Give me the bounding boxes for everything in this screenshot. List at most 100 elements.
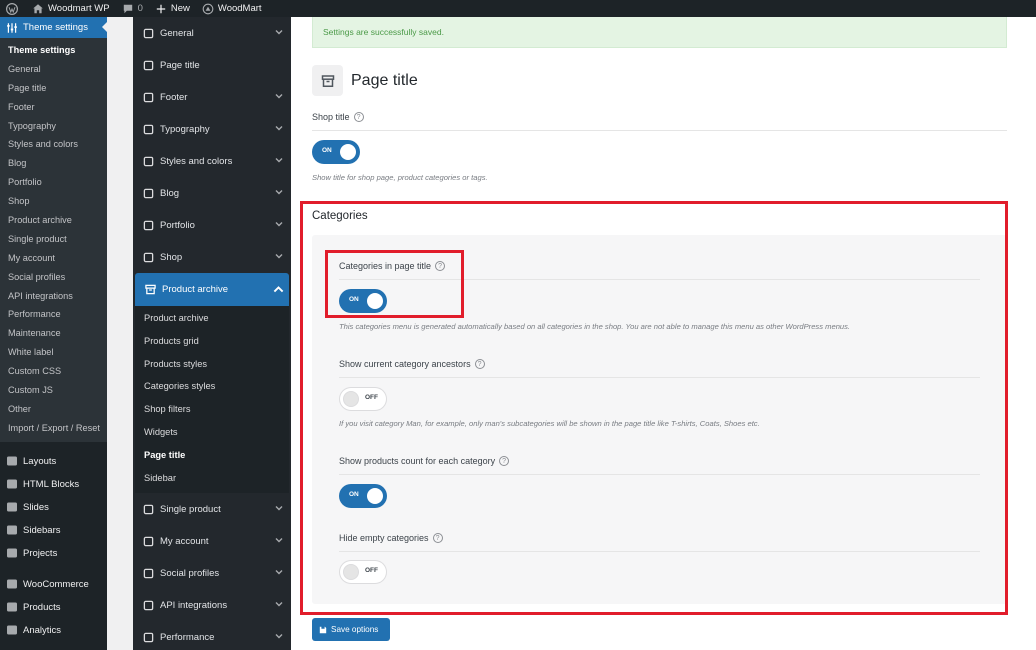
- briefcase-icon: [7, 548, 17, 558]
- chevron-down-icon: [275, 92, 283, 100]
- theme-nav-general[interactable]: General: [133, 17, 291, 49]
- footer-icon: [143, 92, 154, 102]
- menu-woocommerce[interactable]: WooCommerce: [0, 573, 107, 596]
- theme-nav-portfolio[interactable]: Portfolio: [133, 209, 291, 241]
- submenu-item-custom-js[interactable]: Custom JS: [0, 381, 107, 400]
- comment-icon: [123, 4, 132, 13]
- theme-subnav-products-styles[interactable]: Products styles: [135, 353, 289, 376]
- submenu-item-single-product[interactable]: Single product: [0, 230, 107, 249]
- blog-icon: [143, 188, 154, 198]
- chevron-down-icon: [275, 188, 283, 196]
- chevron-down-icon: [275, 632, 283, 640]
- woodmart-link[interactable]: WoodMart: [202, 0, 262, 17]
- shop-title-description: Show title for shop page, product catego…: [312, 173, 488, 182]
- slides-icon: [7, 502, 17, 512]
- submenu-item-api-integrations[interactable]: API integrations: [0, 287, 107, 306]
- chevron-down-icon: [275, 600, 283, 608]
- sidebar-icon: [7, 525, 17, 535]
- theme-nav-footer[interactable]: Footer: [133, 81, 291, 113]
- theme-subnav-widgets[interactable]: Widgets: [135, 421, 289, 444]
- theme-nav-product-archive[interactable]: Product archive: [135, 273, 289, 305]
- menu-products[interactable]: Products: [0, 596, 107, 619]
- theme-nav-typography[interactable]: Typography: [133, 113, 291, 145]
- product-icon: [143, 504, 154, 515]
- submenu-item-theme-settings-current[interactable]: Theme settings: [0, 41, 107, 60]
- html-block-icon: [7, 479, 17, 489]
- submenu-item-shop[interactable]: Shop: [0, 192, 107, 211]
- chevron-down-icon: [275, 220, 283, 228]
- submenu-item-general[interactable]: General: [0, 60, 107, 79]
- chevron-down-icon: [275, 504, 283, 512]
- submenu-item-import-export-reset[interactable]: Import / Export / Reset: [0, 419, 107, 438]
- submenu-item-footer[interactable]: Footer: [0, 98, 107, 117]
- theme-nav-single-product[interactable]: Single product: [133, 493, 291, 525]
- shop-title-toggle[interactable]: ON: [313, 141, 359, 163]
- submenu-item-blog[interactable]: Blog: [0, 154, 107, 173]
- menu-sidebars[interactable]: Sidebars: [0, 519, 107, 542]
- archive-icon: [7, 602, 17, 612]
- gear-icon: [143, 28, 154, 38]
- theme-nav-my-account[interactable]: My account: [133, 525, 291, 557]
- chevron-down-icon: [275, 568, 283, 576]
- submenu-item-portfolio[interactable]: Portfolio: [0, 173, 107, 192]
- theme-subnav-shop-filters[interactable]: Shop filters: [135, 398, 289, 421]
- home-icon: [33, 3, 43, 13]
- theme-subnav-categories-styles[interactable]: Categories styles: [135, 375, 289, 398]
- submenu-item-my-account[interactable]: My account: [0, 249, 107, 268]
- submenu-item-maintenance[interactable]: Maintenance: [0, 324, 107, 343]
- palette-icon: [143, 156, 154, 166]
- layers-icon: [7, 456, 17, 466]
- theme-subnav-sidebar[interactable]: Sidebar: [135, 467, 289, 490]
- shop-title-label: Shop title ?: [312, 112, 364, 122]
- woodmart-logo-icon: [202, 3, 214, 14]
- portfolio-icon: [143, 220, 154, 230]
- submenu-item-typography[interactable]: Typography: [0, 117, 107, 136]
- comments-link[interactable]: 0: [122, 0, 143, 17]
- submenu-item-white-label[interactable]: White label: [0, 343, 107, 362]
- plus-icon: [156, 4, 166, 13]
- chevron-down-icon: [275, 156, 283, 164]
- submenu-item-custom-css[interactable]: Custom CSS: [0, 362, 107, 381]
- woocommerce-icon: [7, 579, 17, 589]
- theme-subnav-products-grid[interactable]: Products grid: [135, 330, 289, 353]
- wp-admin-menu: Theme settings Theme settings General Page…: [0, 17, 107, 650]
- theme-subnav-product-archive[interactable]: Product archive: [135, 307, 289, 330]
- menu-slides[interactable]: Slides: [0, 496, 107, 519]
- admin-bar: Woodmart WP 0 New WoodMart: [0, 0, 1036, 17]
- submenu-item-social-profiles[interactable]: Social profiles: [0, 268, 107, 287]
- new-content-link[interactable]: New: [155, 0, 190, 17]
- theme-nav-performance[interactable]: Performance: [133, 621, 291, 650]
- menu-theme-settings[interactable]: Theme settings: [0, 17, 107, 38]
- page-icon: [143, 60, 154, 70]
- theme-nav-styles-and-colors[interactable]: Styles and colors: [133, 145, 291, 177]
- submenu-item-page-title[interactable]: Page title: [0, 79, 107, 98]
- site-name-link[interactable]: Woodmart WP: [32, 0, 110, 17]
- theme-nav-shop[interactable]: Shop: [133, 241, 291, 273]
- api-icon: [143, 600, 154, 611]
- user-icon: [143, 536, 154, 547]
- submenu-item-performance[interactable]: Performance: [0, 305, 107, 324]
- performance-icon: [143, 632, 154, 643]
- help-icon[interactable]: ?: [353, 112, 364, 122]
- theme-nav-blog[interactable]: Blog: [133, 177, 291, 209]
- archive-icon: [312, 65, 343, 96]
- theme-nav-page-title[interactable]: Page title: [133, 49, 291, 81]
- menu-projects[interactable]: Projects: [0, 542, 107, 565]
- save-icon: [319, 626, 327, 633]
- menu-analytics[interactable]: Analytics: [0, 619, 107, 642]
- sliders-icon: [7, 22, 17, 33]
- wordpress-logo-icon[interactable]: [6, 0, 18, 17]
- product-archive-submenu: Product archive Products grid Products sty…: [135, 305, 289, 494]
- theme-settings-submenu: Theme settings General Page title Footer Typ…: [0, 38, 107, 442]
- menu-layouts[interactable]: Layouts: [0, 450, 107, 473]
- theme-nav-api-integrations[interactable]: API integrations: [133, 589, 291, 621]
- chevron-down-icon: [275, 124, 283, 132]
- submenu-item-styles-and-colors[interactable]: Styles and colors: [0, 135, 107, 154]
- save-options-button[interactable]: Save options: [312, 618, 390, 641]
- submenu-item-product-archive[interactable]: Product archive: [0, 211, 107, 230]
- theme-subnav-page-title[interactable]: Page title: [135, 444, 289, 467]
- theme-nav-social-profiles[interactable]: Social profiles: [133, 557, 291, 589]
- submenu-item-other[interactable]: Other: [0, 400, 107, 419]
- archive-icon: [145, 284, 156, 294]
- menu-html-blocks[interactable]: HTML Blocks: [0, 473, 107, 496]
